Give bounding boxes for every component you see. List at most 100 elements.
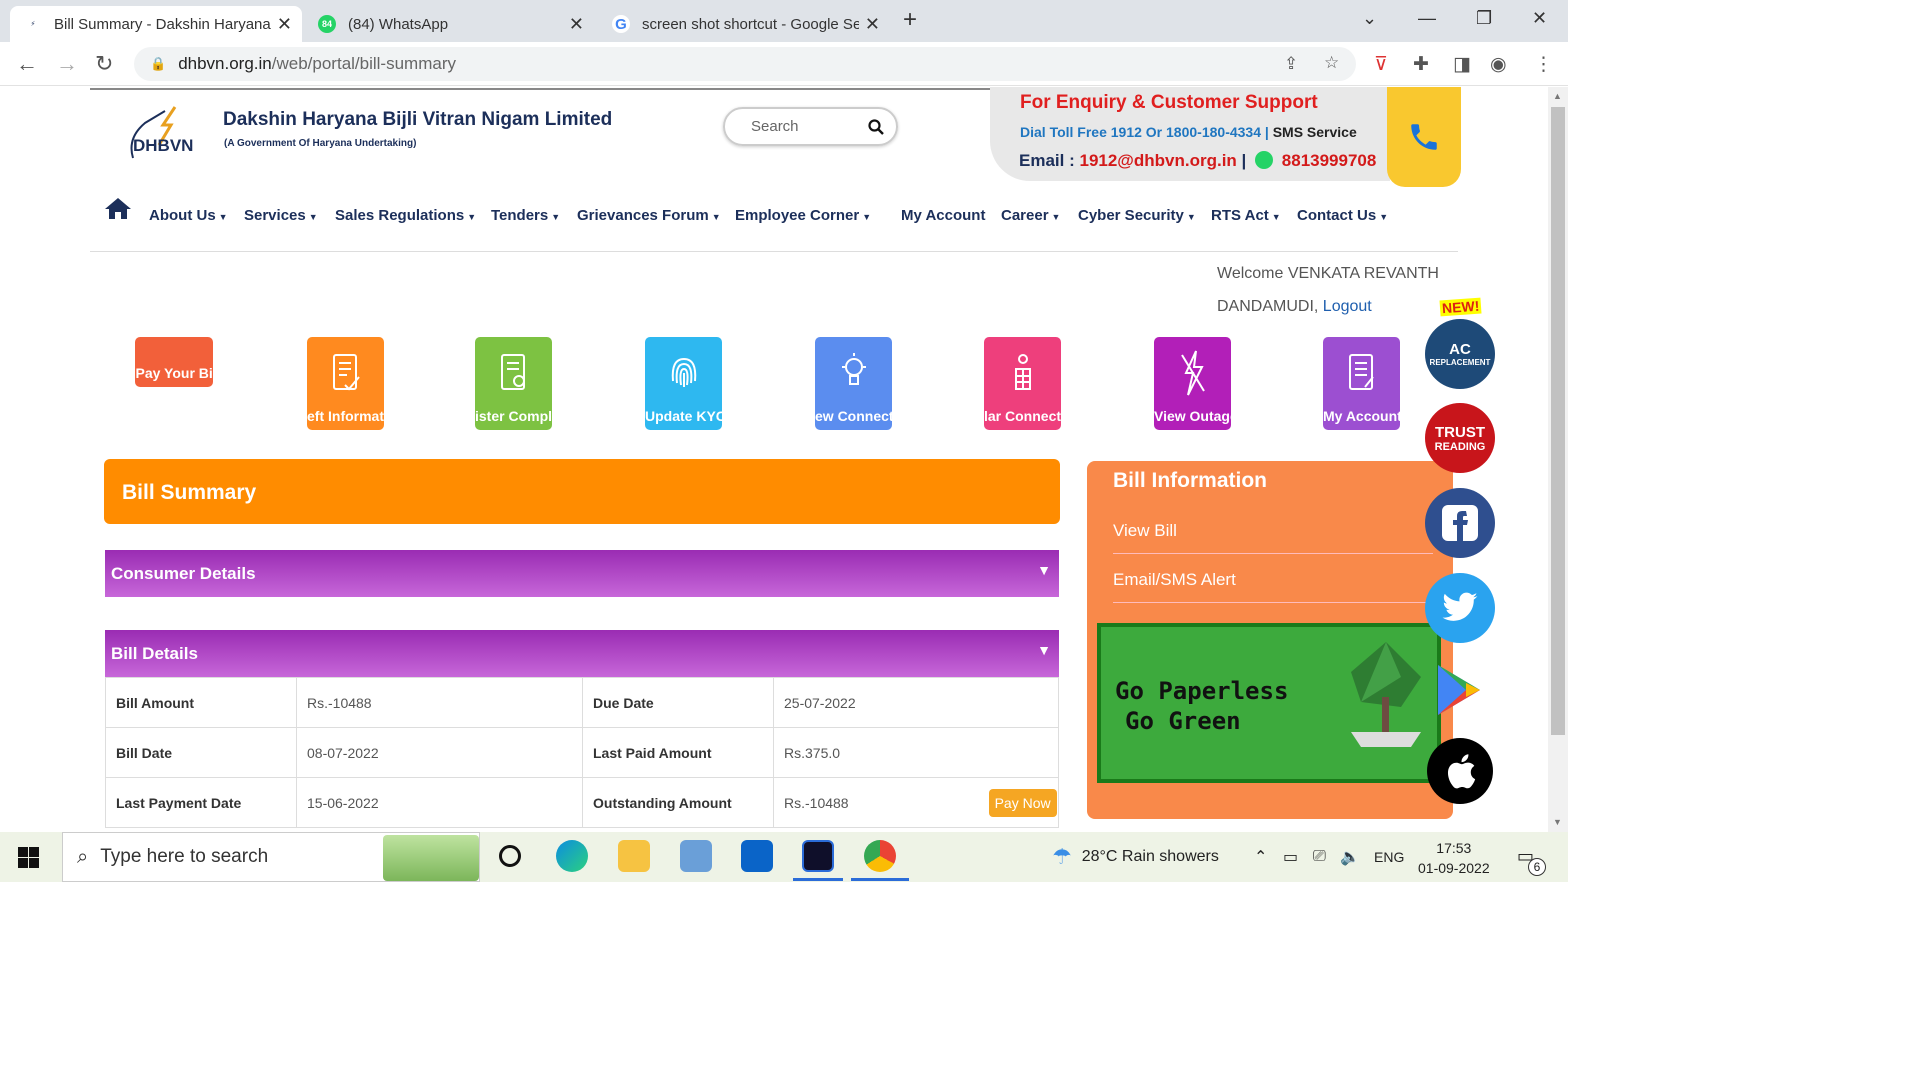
scrollbar-thumb[interactable] bbox=[1551, 107, 1565, 735]
scroll-down-icon[interactable]: ▼ bbox=[1553, 817, 1562, 827]
search-placeholder: Search bbox=[751, 118, 799, 135]
go-paperless-banner[interactable]: Go Paperless Go Green bbox=[1097, 623, 1441, 783]
quick-register-complaint[interactable]: ister Compla bbox=[475, 337, 552, 430]
outlook-icon[interactable] bbox=[741, 840, 773, 872]
tab-search-icon[interactable]: ⌄ bbox=[1362, 8, 1377, 29]
back-icon[interactable]: ← bbox=[16, 51, 38, 77]
profile-avatar-icon[interactable]: ◉ bbox=[1490, 53, 1507, 76]
ac-replacement-badge[interactable]: AC REPLACEMENT bbox=[1425, 319, 1495, 389]
battery-icon[interactable]: ▭ bbox=[1283, 832, 1298, 882]
sms-service-link[interactable]: SMS Service bbox=[1273, 124, 1357, 140]
web-page: DHBVN Dakshin Haryana Bijli Vitran Nigam… bbox=[0, 87, 1548, 832]
pay-now-button[interactable]: Pay Now bbox=[988, 788, 1057, 817]
nav-cyber-security[interactable]: Cyber Security ▼ bbox=[1078, 207, 1196, 224]
more-menu-icon[interactable]: ⋮ bbox=[1534, 53, 1553, 76]
facebook-icon[interactable] bbox=[1425, 488, 1495, 558]
minimize-icon[interactable]: — bbox=[1418, 8, 1436, 29]
site-search-input[interactable]: Search bbox=[723, 107, 898, 146]
close-tab-icon[interactable]: ✕ bbox=[277, 14, 292, 35]
quick-new-connection[interactable]: ew Connecti bbox=[815, 337, 892, 430]
new-tab-icon[interactable]: + bbox=[903, 6, 917, 34]
chrome-icon[interactable] bbox=[864, 840, 896, 872]
quick-theft-information[interactable]: eft Informat bbox=[307, 337, 384, 430]
table-row: Bill Date 08-07-2022 Last Paid Amount Rs… bbox=[105, 727, 1059, 778]
support-contacts: Email : 1912@dhbvn.org.in | 8813999708 bbox=[1019, 151, 1377, 170]
bulb-icon bbox=[839, 337, 869, 408]
close-tab-icon[interactable]: ✕ bbox=[865, 14, 880, 35]
tab-google[interactable]: G screen shot shortcut - Google Se ✕ bbox=[598, 6, 890, 42]
weather-widget[interactable]: ☂ 28°C Rain showers bbox=[1052, 832, 1219, 882]
url-bar[interactable]: 🔒 dhbvn.org.in/web/portal/bill-summary ⇪… bbox=[134, 47, 1356, 81]
twitter-icon[interactable] bbox=[1425, 573, 1495, 643]
share-icon[interactable]: ⇪ bbox=[1284, 54, 1298, 74]
phone-icon bbox=[1411, 124, 1437, 150]
view-bill-link[interactable]: View Bill bbox=[1113, 521, 1433, 554]
bookmark-star-icon[interactable]: ☆ bbox=[1324, 53, 1339, 73]
extensions-puzzle-icon[interactable]: ✚ bbox=[1413, 53, 1429, 76]
close-window-icon[interactable]: ✕ bbox=[1532, 8, 1547, 29]
dhbvn-logo[interactable]: DHBVN bbox=[125, 103, 215, 165]
extension-icon[interactable]: ⊽ bbox=[1374, 53, 1388, 76]
reload-icon[interactable]: ↻ bbox=[95, 51, 113, 77]
chevron-down-icon: ▼ bbox=[1186, 211, 1196, 222]
vertical-scrollbar[interactable]: ▲ ▼ bbox=[1548, 87, 1568, 832]
nav-employee-corner[interactable]: Employee Corner ▼ bbox=[735, 207, 871, 224]
nav-grievances-forum[interactable]: Grievances Forum ▼ bbox=[577, 207, 721, 224]
volume-icon[interactable]: 🔈 bbox=[1340, 832, 1360, 882]
taskbar-search-input[interactable]: ⌕ Type here to search bbox=[62, 832, 480, 882]
bill-details-accordion[interactable]: Bill Details ▼ bbox=[105, 630, 1059, 677]
language-indicator[interactable]: ENG bbox=[1374, 832, 1404, 882]
caret-down-icon: ▼ bbox=[1037, 642, 1051, 658]
nav-my-account[interactable]: My Account bbox=[901, 207, 985, 224]
top-divider bbox=[90, 88, 990, 90]
support-dial: Dial Toll Free 1912 Or 1800-180-4334 | S… bbox=[1020, 124, 1357, 140]
tray-chevron-icon[interactable]: ⌃ bbox=[1254, 832, 1267, 882]
phone-call-button[interactable] bbox=[1387, 87, 1461, 187]
document-edit-icon bbox=[331, 337, 361, 408]
close-tab-icon[interactable]: ✕ bbox=[569, 14, 584, 35]
tab-whatsapp[interactable]: 84 (84) WhatsApp ✕ bbox=[304, 6, 594, 42]
support-email-link[interactable]: 1912@dhbvn.org.in bbox=[1079, 151, 1236, 170]
apple-icon[interactable] bbox=[1427, 738, 1493, 804]
windows-start-icon[interactable] bbox=[18, 847, 39, 868]
home-icon[interactable] bbox=[104, 196, 132, 220]
restore-icon[interactable]: ❐ bbox=[1476, 8, 1492, 29]
task-view-icon[interactable] bbox=[499, 845, 521, 867]
search-icon: ⌕ bbox=[77, 845, 89, 868]
trust-reading-badge[interactable]: TRUST READING bbox=[1425, 403, 1495, 473]
consumer-details-accordion[interactable]: Consumer Details ▼ bbox=[105, 550, 1059, 597]
table-row: Last Payment Date 15-06-2022 Outstanding… bbox=[105, 777, 1059, 828]
clock[interactable]: 17:53 01-09-2022 bbox=[1418, 838, 1490, 878]
complaint-form-icon bbox=[499, 337, 529, 408]
forward-icon[interactable]: → bbox=[56, 51, 78, 77]
nav-services[interactable]: Services ▼ bbox=[244, 207, 318, 224]
search-icon[interactable] bbox=[868, 118, 884, 135]
chevron-down-icon: ▼ bbox=[551, 211, 561, 222]
nav-about-us[interactable]: About Us ▼ bbox=[149, 207, 228, 224]
nav-rts-act[interactable]: RTS Act ▼ bbox=[1211, 207, 1281, 224]
pc-icon[interactable] bbox=[680, 840, 712, 872]
quick-view-outage[interactable]: View Outage bbox=[1154, 337, 1231, 430]
edge-icon[interactable] bbox=[556, 840, 588, 872]
tab-bill-summary[interactable]: ⚡ Bill Summary - Dakshin Haryana B ✕ bbox=[10, 6, 302, 42]
webex-icon[interactable] bbox=[802, 840, 834, 872]
quick-solar-connection[interactable]: lar Connecti bbox=[984, 337, 1061, 430]
tab-title: Bill Summary - Dakshin Haryana B bbox=[54, 15, 271, 33]
nav-tenders[interactable]: Tenders ▼ bbox=[491, 207, 560, 224]
nav-career[interactable]: Career ▼ bbox=[1001, 207, 1060, 224]
scroll-up-icon[interactable]: ▲ bbox=[1553, 91, 1562, 101]
google-play-icon[interactable] bbox=[1436, 663, 1482, 717]
nav-contact-us[interactable]: Contact Us ▼ bbox=[1297, 207, 1388, 224]
quick-update-kyc[interactable]: Update KYC bbox=[645, 337, 722, 430]
quick-my-account[interactable]: My Account bbox=[1323, 337, 1400, 430]
nav-sales-regulations[interactable]: Sales Regulations ▼ bbox=[335, 207, 476, 224]
power-outage-icon bbox=[1178, 337, 1208, 408]
logout-link[interactable]: Logout bbox=[1323, 298, 1372, 315]
side-panel-icon[interactable]: ◨ bbox=[1453, 53, 1471, 76]
file-explorer-icon[interactable] bbox=[618, 840, 650, 872]
email-sms-alert-link[interactable]: Email/SMS Alert bbox=[1113, 570, 1433, 603]
meet-now-icon[interactable]: ⎚ bbox=[1313, 832, 1326, 882]
support-whatsapp-number[interactable]: 8813999708 bbox=[1282, 151, 1377, 170]
org-name: Dakshin Haryana Bijli Vitran Nigam Limit… bbox=[223, 109, 613, 130]
quick-pay-your-bill[interactable]: Pay Your Bill bbox=[135, 337, 213, 387]
